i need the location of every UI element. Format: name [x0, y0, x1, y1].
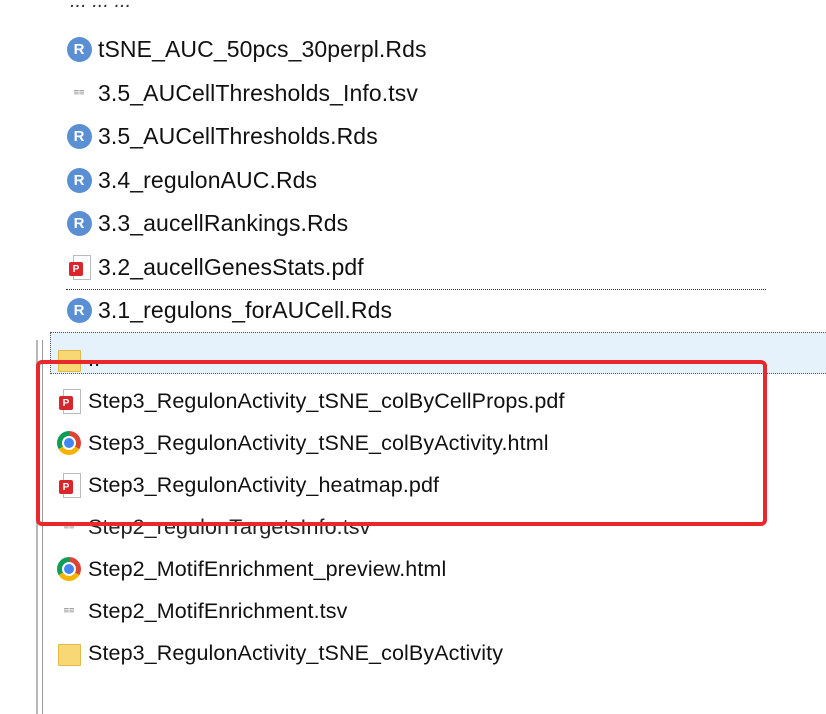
file-name: 3.5_AUCellThresholds_Info.tsv	[98, 79, 418, 106]
file-row[interactable]: P Step3_RegulonActivity_tSNE_colByCellPr…	[56, 380, 796, 422]
tsv-file-icon: ≡≡	[73, 88, 85, 99]
r-file-icon: R	[66, 37, 92, 63]
lower-file-list: .. P Step3_RegulonActivity_tSNE_colByCel…	[56, 338, 796, 674]
file-name: Step3_RegulonActivity_tSNE_colByActivity	[88, 640, 504, 665]
r-file-icon: R	[66, 124, 92, 150]
r-file-icon: R	[66, 298, 92, 324]
file-row-parent-dir[interactable]: ..	[56, 338, 796, 380]
file-name: Step2_regulonTargetsInfo.tsv	[88, 514, 371, 539]
pdf-file-icon: P	[56, 472, 82, 498]
tsv-file-icon: ≡≡	[63, 522, 75, 532]
file-row[interactable]: R 3.5_AUCellThresholds.Rds	[66, 115, 766, 159]
tsv-file-icon: ≡≡	[63, 606, 75, 616]
upper-file-list: R tSNE_AUC_50pcs_30perpl.Rds ≡≡ 3.5_AUCe…	[66, 28, 766, 334]
pane-divider-inner	[42, 340, 43, 714]
r-file-icon: R	[66, 211, 92, 237]
pdf-file-icon: P	[56, 388, 82, 414]
file-name: 3.4_regulonAUC.Rds	[98, 166, 318, 193]
file-row[interactable]: R tSNE_AUC_50pcs_30perpl.Rds	[66, 28, 766, 72]
file-row[interactable]: ≡≡ Step2_MotifEnrichment.tsv	[56, 590, 796, 632]
file-row[interactable]: Step3_RegulonActivity_tSNE_colByActivity…	[56, 422, 796, 464]
chrome-html-icon	[56, 556, 82, 582]
file-row[interactable]: P Step3_RegulonActivity_heatmap.pdf	[56, 464, 796, 506]
r-file-icon: R	[66, 167, 92, 193]
file-row[interactable]: Step2_MotifEnrichment_preview.html	[56, 548, 796, 590]
cropped-text-fragment: ... ... ...	[70, 0, 132, 12]
file-row[interactable]: P 3.2_aucellGenesStats.pdf	[66, 246, 766, 290]
file-name: Step3_RegulonActivity_tSNE_colByCellProp…	[88, 388, 565, 413]
file-name: Step3_RegulonActivity_heatmap.pdf	[88, 472, 440, 497]
file-row[interactable]: R 3.4_regulonAUC.Rds	[66, 159, 766, 203]
folder-icon	[56, 346, 82, 372]
pane-divider[interactable]	[36, 340, 38, 714]
file-name: 3.5_AUCellThresholds.Rds	[98, 123, 378, 150]
file-name: 3.1_regulons_forAUCell.Rds	[98, 297, 393, 324]
folder-row[interactable]: Step3_RegulonActivity_tSNE_colByActivity	[56, 632, 796, 674]
chrome-html-icon	[56, 430, 82, 456]
file-row[interactable]: ≡≡ 3.5_AUCellThresholds_Info.tsv	[66, 72, 766, 116]
file-row[interactable]: ≡≡ Step2_regulonTargetsInfo.tsv	[56, 506, 796, 548]
file-name: Step2_MotifEnrichment_preview.html	[88, 556, 447, 581]
file-name: ..	[88, 346, 101, 371]
folder-icon	[56, 640, 82, 666]
file-row[interactable]: R 3.1_regulons_forAUCell.Rds	[66, 289, 766, 334]
file-name: Step2_MotifEnrichment.tsv	[88, 598, 348, 623]
file-name: 3.2_aucellGenesStats.pdf	[98, 253, 364, 280]
file-row[interactable]: R 3.3_aucellRankings.Rds	[66, 202, 766, 246]
file-name: 3.3_aucellRankings.Rds	[98, 210, 349, 237]
file-name: tSNE_AUC_50pcs_30perpl.Rds	[98, 36, 427, 63]
file-name: Step3_RegulonActivity_tSNE_colByActivity…	[88, 430, 549, 455]
pdf-file-icon: P	[66, 254, 92, 281]
